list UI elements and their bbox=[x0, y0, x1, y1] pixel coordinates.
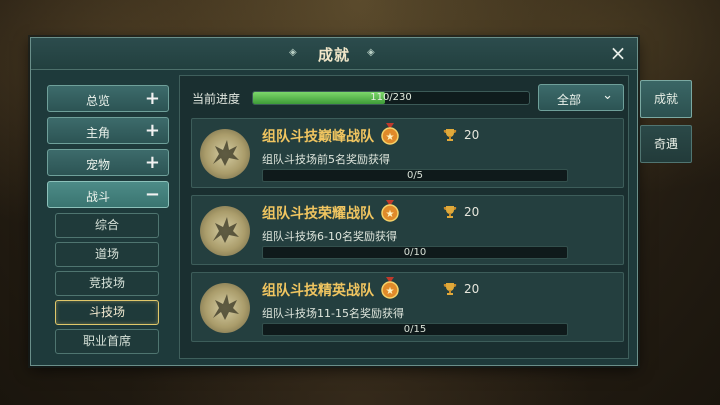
progress-text: 110/230 bbox=[370, 92, 412, 103]
achievement-points: 20 bbox=[464, 128, 480, 142]
svg-text:★: ★ bbox=[386, 286, 395, 297]
achievement-item[interactable]: 组队斗技精英战队 ★ 20 组队斗技场11-15名奖励获得 0/15 bbox=[191, 272, 624, 342]
overall-progress-bar: 110/230 bbox=[252, 91, 530, 105]
subcategory-arena[interactable]: 竞技场 bbox=[55, 271, 159, 296]
chevron-down-icon: ⌄ bbox=[602, 88, 613, 103]
achievement-progress-bar: 0/10 bbox=[262, 246, 568, 259]
achievement-progress-bar: 0/5 bbox=[262, 169, 568, 182]
filter-dropdown[interactable]: 全部 ⌄ bbox=[538, 84, 624, 111]
svg-text:★: ★ bbox=[386, 209, 395, 220]
title-bar: ◈ 成就 ◈ × bbox=[31, 38, 637, 70]
achievement-name: 组队斗技荣耀战队 bbox=[262, 206, 374, 222]
achievement-points: 20 bbox=[464, 282, 480, 296]
achievement-content: 当前进度 110/230 全部 ⌄ 组队斗技巅峰战队 ★ 20 组队斗技场前5名… bbox=[179, 75, 629, 359]
medal-icon: ★ bbox=[380, 200, 400, 222]
subcategory-general[interactable]: 综合 bbox=[55, 213, 159, 238]
medal-icon: ★ bbox=[380, 123, 400, 145]
collapse-minus-icon: − bbox=[144, 184, 160, 205]
category-label: 总览 bbox=[85, 94, 110, 108]
expand-plus-icon: + bbox=[144, 120, 160, 141]
category-overview[interactable]: 总览 + bbox=[47, 85, 169, 112]
achievement-progress-text: 0/10 bbox=[403, 247, 427, 258]
category-label: 战斗 bbox=[85, 190, 110, 204]
expand-plus-icon: + bbox=[144, 152, 160, 173]
achievement-progress-text: 0/5 bbox=[406, 170, 424, 181]
achievement-name: 组队斗技精英战队 bbox=[262, 283, 374, 299]
category-battle[interactable]: 战斗 − bbox=[47, 181, 169, 208]
panel-title: 成就 bbox=[317, 46, 350, 64]
trophy-icon bbox=[442, 127, 458, 147]
close-button[interactable]: × bbox=[607, 42, 629, 64]
category-pet[interactable]: 宠物 + bbox=[47, 149, 169, 176]
trophy-icon bbox=[442, 281, 458, 301]
achievement-item[interactable]: 组队斗技荣耀战队 ★ 20 组队斗技场6-10名奖励获得 0/10 bbox=[191, 195, 624, 265]
expand-plus-icon: + bbox=[144, 88, 160, 109]
subcategory-dojo[interactable]: 道场 bbox=[55, 242, 159, 267]
category-label: 主角 bbox=[85, 126, 110, 140]
dragon-emblem-icon bbox=[200, 129, 250, 179]
medal-icon: ★ bbox=[380, 277, 400, 299]
progress-label: 当前进度 bbox=[192, 92, 241, 106]
category-label: 宠物 bbox=[85, 158, 110, 172]
subcategory-class-champion[interactable]: 职业首席 bbox=[55, 329, 159, 354]
achievement-points: 20 bbox=[464, 205, 480, 219]
achievement-progress-text: 0/15 bbox=[403, 324, 427, 335]
achievement-item[interactable]: 组队斗技巅峰战队 ★ 20 组队斗技场前5名奖励获得 0/5 bbox=[191, 118, 624, 188]
subcategory-duel-arena[interactable]: 斗技场 bbox=[55, 300, 159, 325]
achievement-progress-bar: 0/15 bbox=[262, 323, 568, 336]
filter-label: 全部 bbox=[557, 93, 582, 107]
svg-text:★: ★ bbox=[386, 132, 395, 143]
achievement-name: 组队斗技巅峰战队 bbox=[262, 129, 374, 145]
achievement-description: 组队斗技场6-10名奖励获得 bbox=[262, 230, 397, 243]
tab-achievements[interactable]: 成就 bbox=[640, 80, 692, 118]
dragon-emblem-icon bbox=[200, 283, 250, 333]
achievement-description: 组队斗技场11-15名奖励获得 bbox=[262, 307, 404, 320]
title-ornament-right-icon: ◈ bbox=[367, 47, 375, 58]
category-hero[interactable]: 主角 + bbox=[47, 117, 169, 144]
achievement-panel: ◈ 成就 ◈ × 总览 + 主角 + 宠物 + 战斗 − 综合 道场 竞技场 斗… bbox=[30, 37, 638, 366]
trophy-icon bbox=[442, 204, 458, 224]
achievement-description: 组队斗技场前5名奖励获得 bbox=[262, 153, 390, 166]
dragon-emblem-icon bbox=[200, 206, 250, 256]
tab-adventures[interactable]: 奇遇 bbox=[640, 125, 692, 163]
